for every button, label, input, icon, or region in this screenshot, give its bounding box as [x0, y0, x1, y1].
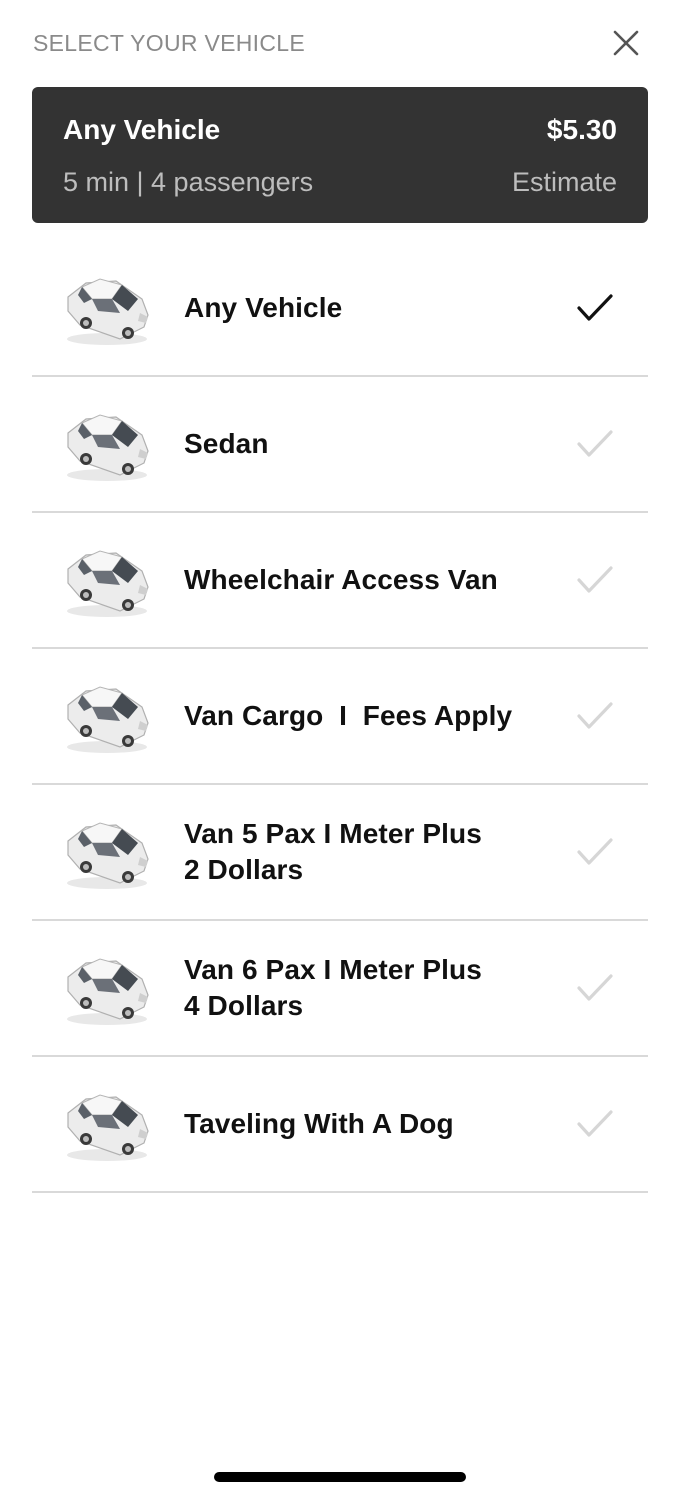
vehicle-option-label: Van 5 Pax I Meter Plus 2 Dollars [184, 818, 482, 885]
car-icon [67, 550, 149, 617]
car-icon [67, 414, 149, 481]
vehicle-list: Any Vehicle Sedan Wheelchair Access Van … [32, 241, 648, 1193]
vehicle-option-van-6-pax[interactable]: Van 6 Pax I Meter Plus 4 Dollars [32, 921, 648, 1057]
checkmark-icon [577, 1110, 613, 1137]
vehicle-option-label: Any Vehicle [184, 292, 343, 323]
page-title: SELECT YOUR VEHICLE [33, 30, 305, 56]
vehicle-option-label: Sedan [184, 428, 269, 459]
vehicle-option-label: Wheelchair Access Van [184, 564, 498, 595]
close-button[interactable] [609, 26, 643, 60]
vehicle-option-van-5-pax[interactable]: Van 5 Pax I Meter Plus 2 Dollars [32, 785, 648, 921]
vehicle-option-label: Van 6 Pax I Meter Plus 4 Dollars [184, 954, 482, 1021]
checkmark-icon [577, 566, 613, 593]
vehicle-option-traveling-with-dog[interactable]: Taveling With A Dog [32, 1057, 648, 1193]
vehicle-option-sedan[interactable]: Sedan [32, 377, 648, 513]
summary-eta-passengers: 5 min | 4 passengers [63, 167, 314, 197]
selected-vehicle-summary: Any Vehicle $5.30 5 min | 4 passengers E… [32, 87, 648, 223]
checkmark-selected-icon [577, 294, 613, 321]
summary-price: $5.30 [546, 114, 617, 145]
checkmark-icon [577, 838, 613, 865]
vehicle-option-any-vehicle[interactable]: Any Vehicle [32, 241, 648, 377]
car-icon [67, 278, 149, 345]
header: SELECT YOUR VEHICLE [33, 26, 643, 62]
vehicle-option-label: Taveling With A Dog [184, 1108, 454, 1139]
summary-vehicle-name: Any Vehicle [63, 114, 221, 145]
vehicle-option-wheelchair-access-van[interactable]: Wheelchair Access Van [32, 513, 648, 649]
checkmark-icon [577, 430, 613, 457]
car-icon [67, 1094, 149, 1161]
checkmark-icon [577, 974, 613, 1001]
car-icon [67, 958, 149, 1025]
vehicle-option-van-cargo[interactable]: Van Cargo I Fees Apply [32, 649, 648, 785]
car-icon [67, 686, 149, 753]
home-indicator[interactable] [214, 1472, 466, 1482]
summary-estimate-label: Estimate [511, 167, 617, 197]
close-icon [613, 30, 639, 56]
car-icon [67, 822, 149, 889]
checkmark-icon [577, 702, 613, 729]
vehicle-option-label: Van Cargo I Fees Apply [184, 700, 513, 731]
